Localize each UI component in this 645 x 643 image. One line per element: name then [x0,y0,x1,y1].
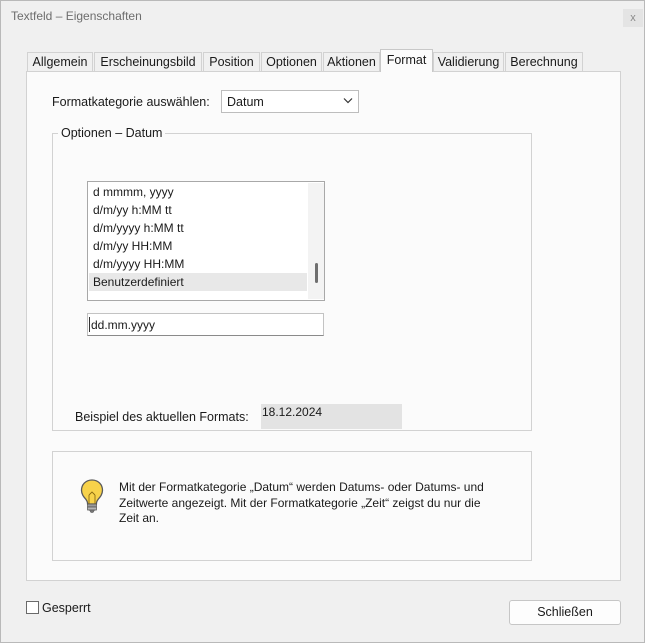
info-line: Mit der Formatkategorie „Datum“ werden D… [119,480,484,494]
lightbulb-icon [80,479,104,513]
list-item[interactable]: d/m/yyyy h:MM tt [89,219,307,237]
example-format-label: Beispiel des aktuellen Formats: [75,410,249,424]
locked-label[interactable]: Gesperrt [42,601,91,615]
tab-allgemein[interactable]: Allgemein [27,52,93,71]
custom-format-input[interactable]: dd.mm.yyyy [87,313,324,336]
example-format-value: 18.12.2024 [262,405,323,419]
date-options-group-title: Optionen – Datum [58,126,166,140]
list-scrollbar[interactable] [308,183,324,299]
list-scrollbar-thumb[interactable] [315,263,318,283]
list-item-selected[interactable]: Benutzerdefiniert [89,273,307,291]
tab-position[interactable]: Position [203,52,260,71]
list-item[interactable]: d/m/yy h:MM tt [89,201,307,219]
format-category-value: Datum [227,95,264,109]
info-text: Mit der Formatkategorie „Datum“ werden D… [119,480,519,527]
title-bar[interactable]: Textfeld – Eigenschaften x [1,1,644,33]
tab-aktionen[interactable]: Aktionen [323,52,380,71]
tab-validierung[interactable]: Validierung [433,52,504,71]
date-format-list[interactable]: d mmmm, yyyy d/m/yy h:MM tt d/m/yyyy h:M… [87,181,325,301]
text-caret [89,317,90,332]
example-format-preview: 18.12.2024 [261,404,402,429]
tab-erscheinungsbild[interactable]: Erscheinungsbild [94,52,202,71]
list-item[interactable]: d/m/yyyy HH:MM [89,255,307,273]
close-button[interactable]: Schließen [509,600,621,625]
list-item[interactable]: d/m/yy HH:MM [89,237,307,255]
tab-optionen[interactable]: Optionen [261,52,322,71]
custom-format-value: dd.mm.yyyy [91,318,156,332]
properties-dialog: Textfeld – Eigenschaften x Allgemein Ers… [0,0,645,643]
chevron-down-icon [343,98,353,104]
locked-checkbox[interactable] [26,601,39,614]
format-category-select[interactable]: Datum [221,90,359,113]
close-window-button[interactable]: x [623,9,643,27]
tab-berechnung[interactable]: Berechnung [505,52,583,71]
info-line: Zeitwerte angezeigt. Mit der Formatkateg… [119,495,481,510]
window-title: Textfeld – Eigenschaften [11,9,142,23]
tab-format[interactable]: Format [380,49,433,72]
format-category-label: Formatkategorie auswählen: [52,95,210,109]
list-item[interactable]: d mmmm, yyyy [89,183,307,201]
info-line: Zeit an. [119,511,160,525]
